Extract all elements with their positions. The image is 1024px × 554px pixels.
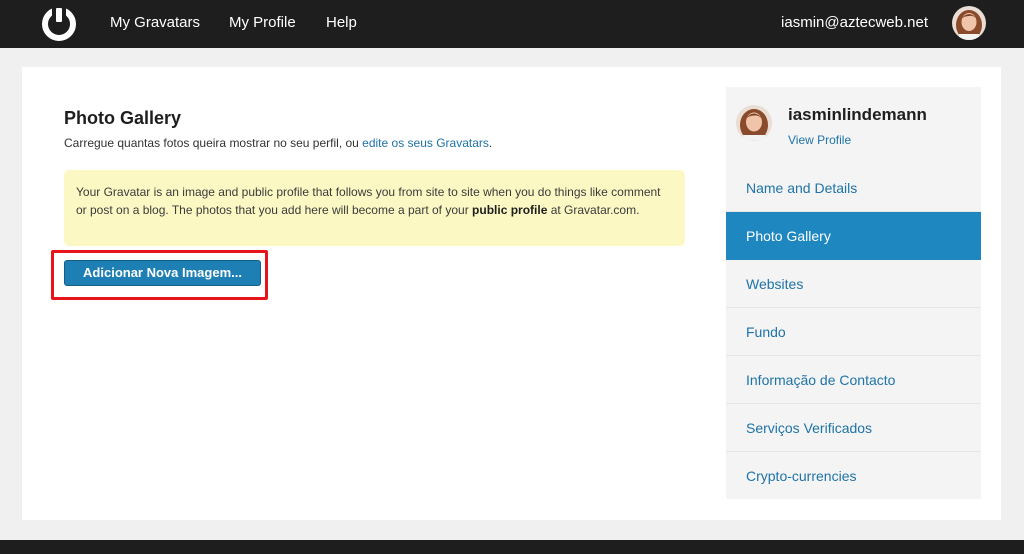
avatar[interactable] xyxy=(952,6,986,40)
notice-bold: public profile xyxy=(472,203,548,217)
sidebar-item-verified-services[interactable]: Serviços Verificados xyxy=(726,404,981,452)
sidebar-item-fundo[interactable]: Fundo xyxy=(726,308,981,356)
nav-my-profile[interactable]: My Profile xyxy=(229,14,296,32)
page-title: Photo Gallery xyxy=(64,108,182,128)
edit-gravatars-link[interactable]: edite os seus Gravatars xyxy=(362,136,489,150)
notice-end: at Gravatar.com. xyxy=(547,203,640,217)
sidebar-username: iasminlindemann xyxy=(788,105,927,124)
sidebar-item-name-and-details[interactable]: Name and Details xyxy=(726,164,981,212)
view-profile-link[interactable]: View Profile xyxy=(788,133,851,147)
subtitle-end: . xyxy=(488,136,493,150)
subtitle-text: Carregue quantas fotos queira mostrar no… xyxy=(64,136,363,150)
nav-my-gravatars[interactable]: My Gravatars xyxy=(110,14,200,32)
account-email[interactable]: iasmin@aztecweb.net xyxy=(781,14,928,32)
sidebar-item-photo-gallery[interactable]: Photo Gallery xyxy=(726,212,981,260)
sidebar-item-websites[interactable]: Websites xyxy=(726,260,981,308)
gravatar-logo-icon[interactable] xyxy=(40,5,78,43)
sidebar-item-contact-info[interactable]: Informação de Contacto xyxy=(726,356,981,404)
top-navigation-bar: My Gravatars My Profile Help iasmin@azte… xyxy=(0,0,1024,48)
sidebar-profile: iasminlindemann View Profile xyxy=(726,87,981,164)
sidebar-item-crypto-currencies[interactable]: Crypto-currencies xyxy=(726,452,981,500)
sidebar: iasminlindemann View Profile Name and De… xyxy=(726,87,981,499)
add-new-image-button[interactable]: Adicionar Nova Imagem... xyxy=(64,260,261,286)
info-notice: Your Gravatar is an image and public pro… xyxy=(64,170,685,246)
footer-bar xyxy=(0,540,1024,554)
sidebar-avatar[interactable] xyxy=(736,105,772,141)
nav-help[interactable]: Help xyxy=(326,14,357,32)
page-subtitle: Carregue quantas fotos queira mostrar no… xyxy=(64,136,492,150)
